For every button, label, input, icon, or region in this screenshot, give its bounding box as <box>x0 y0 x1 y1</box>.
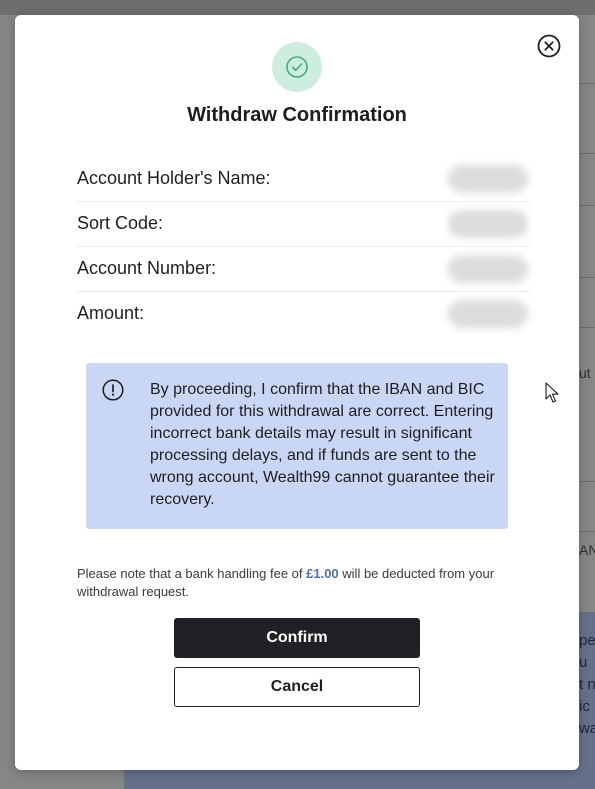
mouse-cursor-icon <box>545 382 559 403</box>
detail-row-amount: Amount: <box>77 291 530 336</box>
fee-amount: £1.00 <box>306 566 339 581</box>
detail-row-sort-code: Sort Code: <box>77 201 530 247</box>
confirm-button[interactable]: Confirm <box>174 618 420 658</box>
background-info-line: pe <box>579 632 595 649</box>
fee-note-text: Please note that a bank handling fee of <box>77 566 307 581</box>
redacted-value <box>448 209 528 238</box>
redacted-value <box>448 164 528 193</box>
background-divider <box>578 327 595 328</box>
background-divider <box>578 205 595 206</box>
background-divider <box>578 531 595 532</box>
background-info-line: wa <box>579 720 595 737</box>
exclamation-circle-icon <box>102 379 124 401</box>
background-divider <box>578 153 595 154</box>
background-divider <box>578 83 595 84</box>
notice-text: By proceeding, I confirm that the IBAN a… <box>150 381 495 508</box>
redacted-value <box>448 254 528 283</box>
check-circle-icon <box>286 56 308 78</box>
close-circle-icon <box>537 34 561 58</box>
detail-label: Account Number: <box>77 258 217 278</box>
modal-title: Withdraw Confirmation <box>187 104 407 126</box>
success-badge <box>272 42 322 92</box>
background-info-line: u <box>579 654 588 671</box>
detail-row-account-number: Account Number: <box>77 246 530 292</box>
background-info-line: t n <box>579 676 595 693</box>
background-text-fragment: AN <box>579 542 595 558</box>
detail-label: Amount: <box>77 303 145 323</box>
close-button[interactable] <box>537 34 561 58</box>
fee-note: Please note that a bank handling fee of … <box>77 565 517 601</box>
background-text-fragment: ut <box>579 365 591 381</box>
redacted-value <box>448 299 528 328</box>
background-topbar <box>0 0 595 15</box>
detail-label: Sort Code: <box>77 213 164 233</box>
withdraw-confirmation-modal: Withdraw Confirmation Account Holder's N… <box>15 15 579 770</box>
background-divider <box>578 481 595 482</box>
cancel-button[interactable]: Cancel <box>174 667 420 707</box>
background-info-line: ic <box>579 698 590 715</box>
detail-label: Account Holder's Name: <box>77 168 271 188</box>
detail-row-account-holder: Account Holder's Name: <box>77 156 530 202</box>
background-divider <box>578 277 595 278</box>
warning-notice: By proceeding, I confirm that the IBAN a… <box>86 363 508 529</box>
